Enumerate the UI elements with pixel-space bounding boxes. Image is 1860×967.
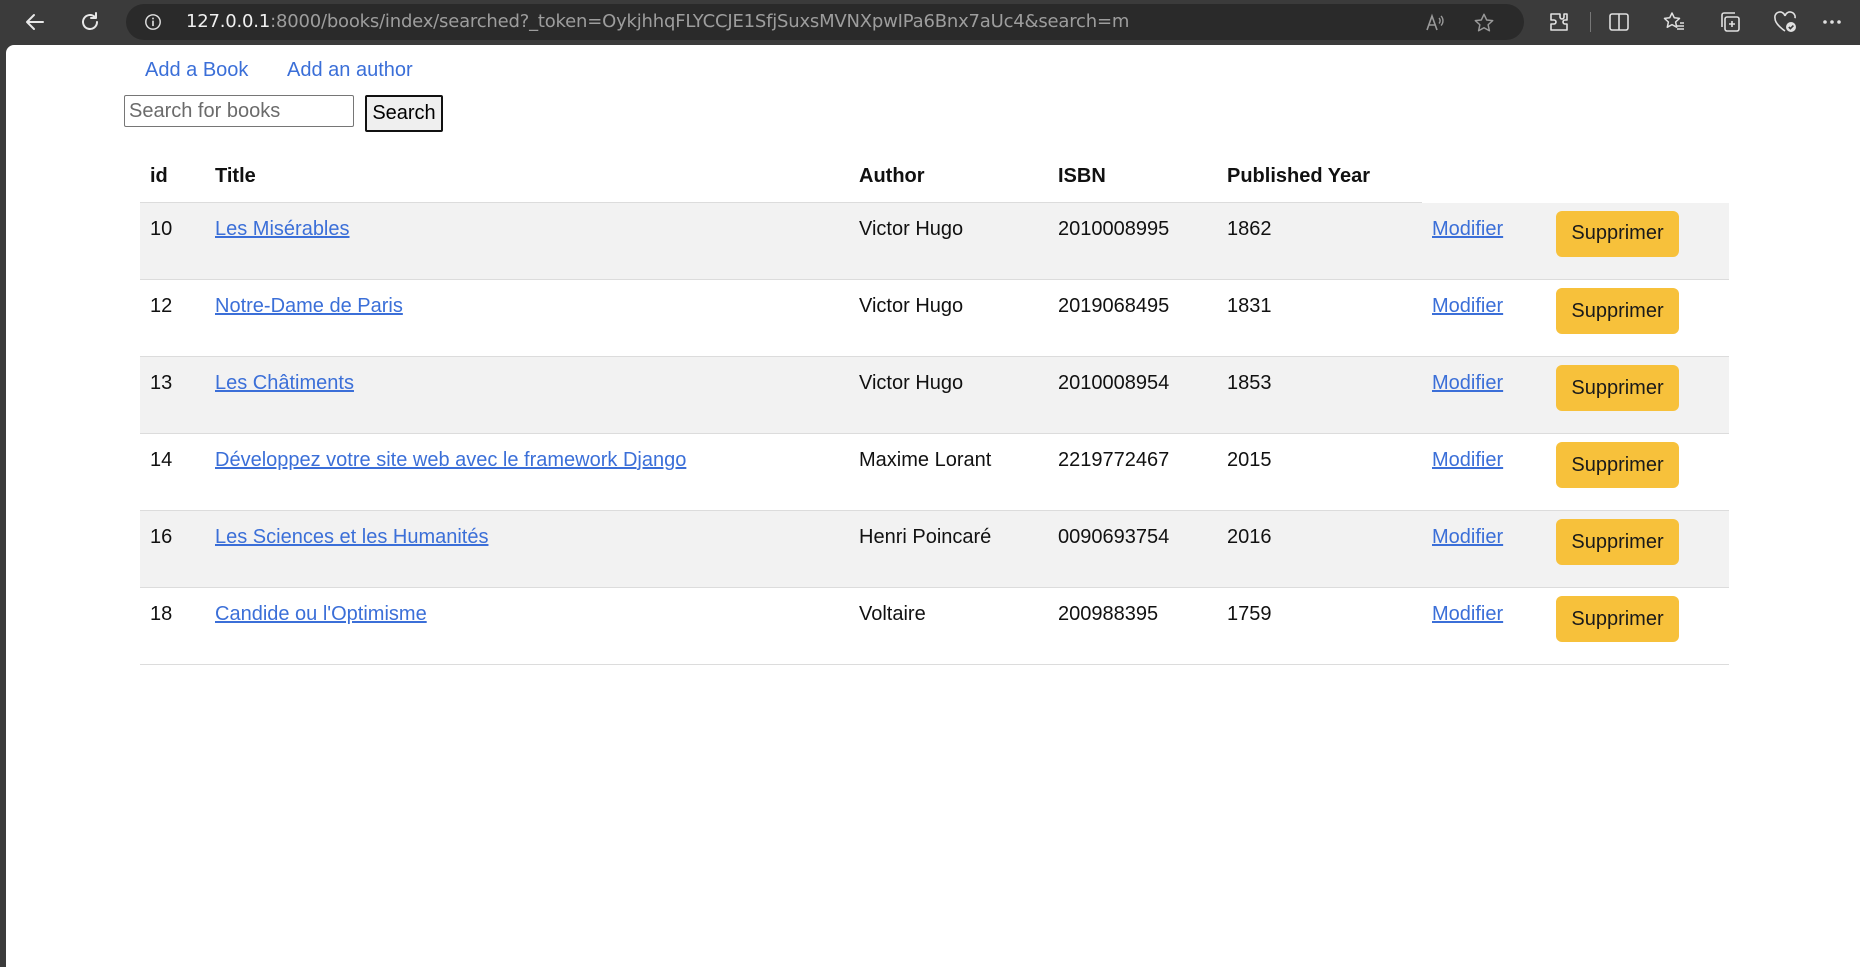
reload-button[interactable]	[72, 5, 108, 39]
modify-link[interactable]: Modifier	[1432, 218, 1503, 240]
table-row: 18 Candide ou l'Optimisme Voltaire 20098…	[140, 587, 1729, 665]
cell-isbn: 2019068495	[1048, 279, 1217, 357]
cell-id: 18	[140, 587, 205, 665]
modify-link[interactable]: Modifier	[1432, 372, 1503, 394]
back-button[interactable]	[17, 5, 53, 39]
cell-isbn: 2219772467	[1048, 433, 1217, 511]
cell-title: Développez votre site web avec le framew…	[205, 433, 849, 511]
book-title-link[interactable]: Les Misérables	[215, 218, 350, 240]
search-button[interactable]: Search	[365, 95, 443, 132]
cell-author: Maxime Lorant	[849, 433, 1048, 511]
cell-delete: Supprimer	[1546, 510, 1729, 588]
cell-title: Les Misérables	[205, 202, 849, 280]
extensions-icon[interactable]	[1545, 8, 1573, 36]
book-title-link[interactable]: Les Sciences et les Humanités	[215, 526, 488, 548]
cell-modify: Modifier	[1422, 587, 1546, 665]
delete-button[interactable]: Supprimer	[1556, 210, 1679, 257]
split-screen-icon[interactable]	[1605, 8, 1633, 36]
cell-delete: Supprimer	[1546, 279, 1729, 357]
cell-modify: Modifier	[1422, 433, 1546, 511]
delete-button[interactable]: Supprimer	[1556, 519, 1679, 565]
header-published-year: Published Year	[1217, 150, 1422, 203]
header-delete	[1546, 150, 1729, 203]
book-title-link[interactable]: Candide ou l'Optimisme	[215, 603, 427, 625]
cell-year: 1831	[1217, 279, 1422, 357]
cell-isbn: 200988395	[1048, 587, 1217, 665]
cell-title: Candide ou l'Optimisme	[205, 587, 849, 665]
cell-year: 1853	[1217, 356, 1422, 434]
book-title-link[interactable]: Notre-Dame de Paris	[215, 295, 403, 317]
cell-id: 16	[140, 510, 205, 588]
cell-author: Henri Poincaré	[849, 510, 1048, 588]
table-row: 16 Les Sciences et les Humanités Henri P…	[140, 510, 1729, 588]
header-isbn: ISBN	[1048, 150, 1217, 203]
book-title-link[interactable]: Développez votre site web avec le framew…	[215, 449, 686, 471]
table-row: 10 Les Misérables Victor Hugo 2010008995…	[140, 202, 1729, 280]
modify-link[interactable]: Modifier	[1432, 449, 1503, 471]
add-book-link[interactable]: Add a Book	[145, 59, 248, 82]
url-text: 127.0.0.1:8000/books/index/searched?_tok…	[186, 4, 1129, 40]
address-bar[interactable]: 127.0.0.1:8000/books/index/searched?_tok…	[126, 4, 1524, 40]
more-menu-icon[interactable]	[1818, 8, 1846, 36]
read-aloud-icon[interactable]	[1424, 12, 1446, 34]
header-author: Author	[849, 150, 1048, 203]
header-id: id	[140, 150, 205, 203]
cell-isbn: 0090693754	[1048, 510, 1217, 588]
cell-author: Victor Hugo	[849, 279, 1048, 357]
cell-author: Victor Hugo	[849, 202, 1048, 280]
cell-title: Les Sciences et les Humanités	[205, 510, 849, 588]
delete-button[interactable]: Supprimer	[1556, 365, 1679, 411]
book-title-link[interactable]: Les Châtiments	[215, 372, 354, 394]
modify-link[interactable]: Modifier	[1432, 603, 1503, 625]
modify-link[interactable]: Modifier	[1432, 295, 1503, 317]
cell-title: Notre-Dame de Paris	[205, 279, 849, 357]
cell-isbn: 2010008954	[1048, 356, 1217, 434]
url-host: 127.0.0.1	[186, 11, 271, 32]
header-modify	[1422, 150, 1546, 203]
table-header-row: id Title Author ISBN Published Year	[140, 150, 1729, 203]
cell-id: 14	[140, 433, 205, 511]
cell-modify: Modifier	[1422, 510, 1546, 588]
favorite-star-icon[interactable]	[1473, 12, 1495, 34]
cell-modify: Modifier	[1422, 202, 1546, 280]
cell-delete: Supprimer	[1546, 202, 1729, 280]
books-table: id Title Author ISBN Published Year 10 L…	[140, 150, 1729, 665]
cell-author: Victor Hugo	[849, 356, 1048, 434]
search-input[interactable]	[124, 95, 354, 127]
cell-year: 2015	[1217, 433, 1422, 511]
cell-year: 1759	[1217, 587, 1422, 665]
table-row: 12 Notre-Dame de Paris Victor Hugo 20190…	[140, 279, 1729, 357]
cell-id: 12	[140, 279, 205, 357]
reload-icon	[82, 12, 98, 30]
cell-modify: Modifier	[1422, 279, 1546, 357]
browser-essentials-icon[interactable]	[1771, 8, 1799, 36]
cell-delete: Supprimer	[1546, 356, 1729, 434]
cell-title: Les Châtiments	[205, 356, 849, 434]
url-path: :8000/books/index/searched?_token=Oykjhh…	[270, 11, 1130, 32]
cell-year: 2016	[1217, 510, 1422, 588]
delete-button[interactable]: Supprimer	[1556, 288, 1679, 334]
collections-icon[interactable]	[1716, 8, 1744, 36]
delete-button[interactable]: Supprimer	[1556, 596, 1679, 642]
page-viewport: Add a Book Add an author Search id Title…	[6, 45, 1860, 967]
site-info-icon[interactable]	[144, 13, 162, 31]
header-title: Title	[205, 150, 849, 203]
back-arrow-icon	[26, 14, 44, 30]
cell-year: 1862	[1217, 202, 1422, 280]
toolbar-divider	[1590, 12, 1591, 32]
cell-delete: Supprimer	[1546, 587, 1729, 665]
cell-author: Voltaire	[849, 587, 1048, 665]
table-row: 14 Développez votre site web avec le fra…	[140, 433, 1729, 511]
table-row: 13 Les Châtiments Victor Hugo 2010008954…	[140, 356, 1729, 434]
cell-id: 13	[140, 356, 205, 434]
cell-id: 10	[140, 202, 205, 280]
cell-modify: Modifier	[1422, 356, 1546, 434]
add-author-link[interactable]: Add an author	[287, 59, 413, 82]
delete-button[interactable]: Supprimer	[1556, 442, 1679, 488]
modify-link[interactable]: Modifier	[1432, 526, 1503, 548]
cell-isbn: 2010008995	[1048, 202, 1217, 280]
browser-toolbar: 127.0.0.1:8000/books/index/searched?_tok…	[0, 0, 1860, 45]
favorites-icon[interactable]	[1660, 8, 1688, 36]
cell-delete: Supprimer	[1546, 433, 1729, 511]
